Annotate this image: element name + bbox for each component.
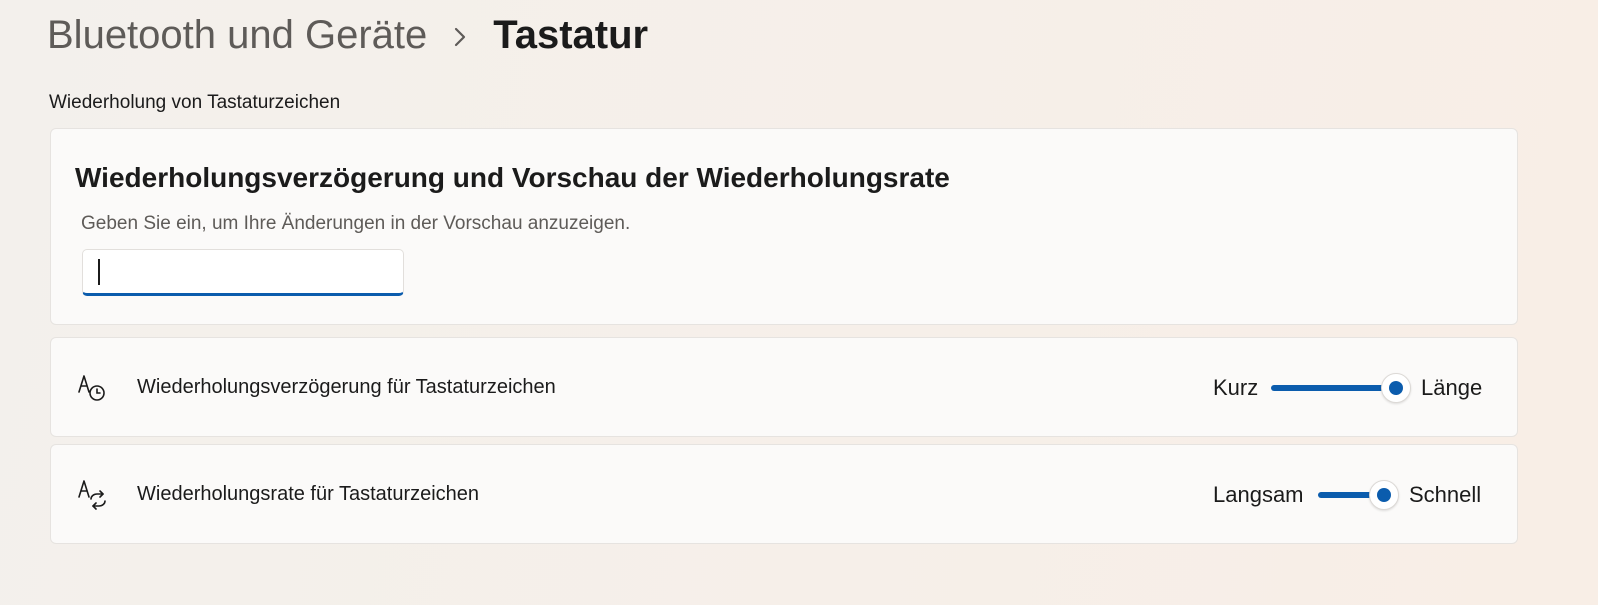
slider-min-label: Langsam [1213, 482, 1304, 507]
text-repeat-icon [75, 477, 111, 513]
preview-heading: Wiederholungsverzögerung und Vorschau de… [75, 162, 950, 193]
repeat-delay-row: Wiederholungsverzögerung für Tastaturzei… [50, 337, 1518, 437]
section-title: Wiederholung von Tastaturzeichen [49, 92, 341, 113]
slider-min-label: Kurz [1213, 375, 1259, 400]
repeat-delay-label: Wiederholungsverzögerung für Tastaturzei… [137, 376, 556, 398]
slider-max-label: Schnell [1409, 482, 1482, 507]
text-caret [98, 259, 100, 285]
breadcrumb: Bluetooth und Geräte Tastatur [47, 10, 648, 60]
repeat-rate-label: Wiederholungsrate für Tastaturzeichen [137, 483, 480, 505]
breadcrumb-parent-link[interactable]: Bluetooth und Geräte [47, 13, 427, 58]
repeat-delay-slider-thumb[interactable] [1381, 373, 1411, 403]
page-title: Tastatur [493, 12, 649, 57]
preview-text-input[interactable] [82, 249, 404, 296]
slider-max-label: Länge [1421, 375, 1483, 400]
repeat-preview-card: Wiederholungsverzögerung und Vorschau de… [50, 128, 1518, 325]
repeat-rate-row: Wiederholungsrate für Tastaturzeichen La… [50, 444, 1518, 544]
repeat-delay-slider-track[interactable] [1271, 385, 1395, 391]
chevron-right-icon [427, 13, 493, 58]
text-clock-icon [75, 370, 111, 406]
repeat-rate-slider-thumb[interactable] [1369, 480, 1399, 510]
preview-hint: Geben Sie ein, um Ihre Änderungen in der… [81, 213, 631, 234]
